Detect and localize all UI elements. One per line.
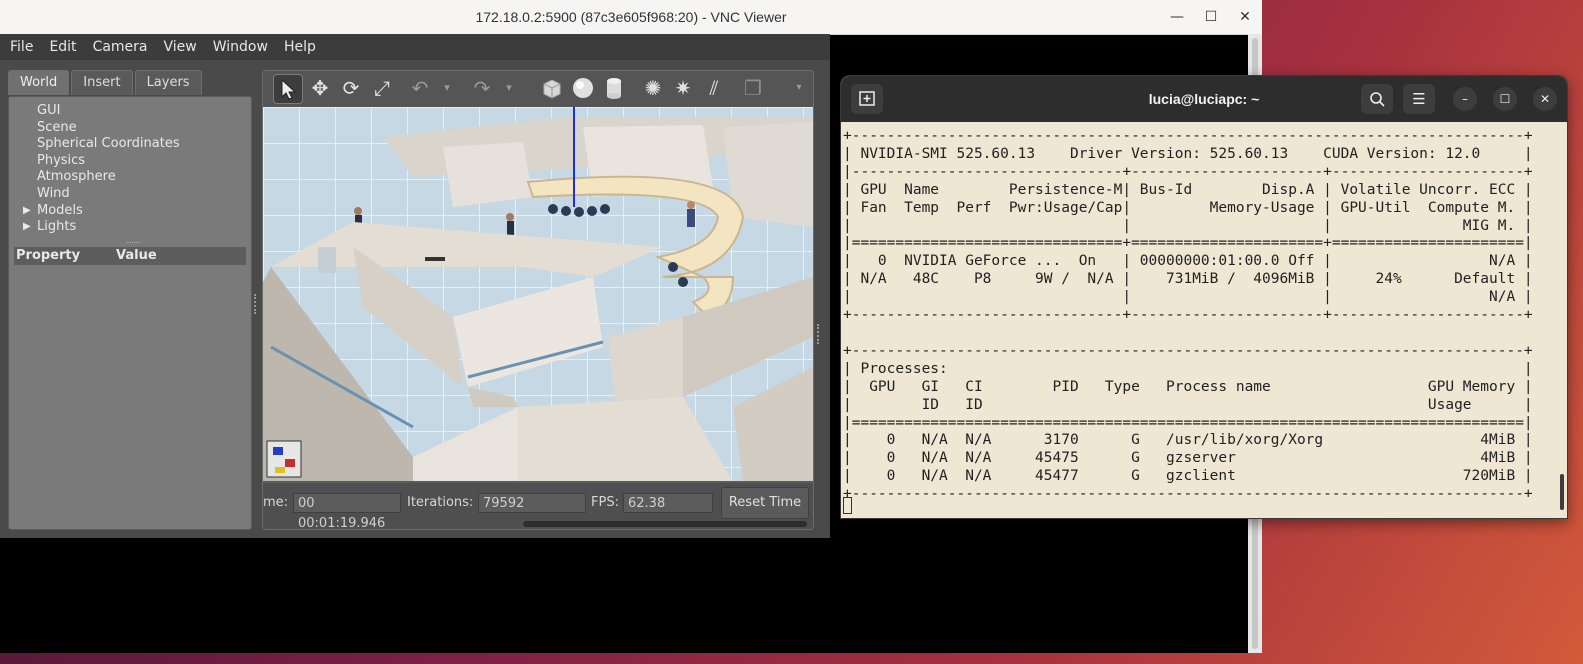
point-light-icon[interactable]: ✺ [639,74,667,102]
redo-dropdown-icon[interactable]: ▾ [495,74,523,102]
menu-edit[interactable]: Edit [41,34,84,60]
directional-light-icon[interactable]: ⫽ [700,74,728,102]
fps-value: 62.38 [623,493,713,513]
nvidia-smi-output: +---------------------------------------… [843,128,1533,503]
copy-icon[interactable]: ❐ [739,74,767,102]
tab-insert[interactable]: Insert [71,70,133,95]
terminal-headerbar[interactable]: lucia@luciapc: ~ ☰ – ☐ ✕ [841,76,1567,122]
tree-item-atmosphere[interactable]: Atmosphere [15,169,251,186]
toolbar-overflow-icon[interactable]: ▾ [785,74,813,102]
menu-camera[interactable]: Camera [85,34,156,60]
close-button[interactable]: ✕ [1228,0,1262,34]
menu-window[interactable]: Window [205,34,276,60]
vnc-window-title: 172.18.0.2:5900 (87c3e605f968:20) - VNC … [475,9,787,25]
minimize-button[interactable]: — [1160,0,1194,34]
scale-icon[interactable]: ⤢ [368,74,396,102]
tree-item-physics[interactable]: Physics [15,153,251,170]
panel-tabs: World Insert Layers [8,70,252,96]
left-splitter-handle[interactable] [254,294,260,314]
world-panel: GUI Scene Spherical Coordinates Physics … [8,96,252,530]
tree-label-lights: Lights [37,219,77,235]
select-icon[interactable] [273,74,303,104]
tree-item-gui[interactable]: GUI [15,103,251,120]
close-icon[interactable]: ✕ [1533,87,1557,111]
undo-icon[interactable]: ↶ [406,74,434,102]
tree-label-models: Models [37,202,83,218]
terminal-window: lucia@luciapc: ~ ☰ – ☐ ✕ +--------------… [840,75,1568,519]
terminal-scrollbar[interactable] [1560,474,1564,510]
rotate-icon[interactable]: ⟳ [337,74,365,102]
scene-panel: ✥ ⟳ ⤢ ↶ ▾ ↷ ▾ ✺ ✷ ⫽ ❐ ▾ me: 00 00:01:19.… [262,70,814,530]
terminal-body[interactable]: +---------------------------------------… [841,122,1567,518]
expand-arrow-icon[interactable]: ▶ [23,203,31,220]
right-splitter-handle[interactable] [817,324,823,344]
property-column-header: Property [16,248,81,263]
hamburger-menu-icon[interactable]: ☰ [1403,84,1435,114]
property-header: Property Value [14,247,246,265]
spot-light-icon[interactable]: ✷ [669,74,697,102]
tab-layers[interactable]: Layers [134,70,202,95]
scene-toolbar: ✥ ⟳ ⤢ ↶ ▾ ↷ ▾ ✺ ✷ ⫽ ❐ ▾ [263,71,813,107]
gazebo-window: File Edit Camera View Window Help World Insert… [0,34,830,538]
sim-time-value: 00 00:01:19.946 [293,493,401,529]
expand-arrow-icon[interactable]: ▶ [23,219,31,236]
fps-label: FPS: [591,495,619,510]
iterations-value: 79592 [478,493,586,513]
box-icon[interactable] [538,74,566,102]
world-tree: GUI Scene Spherical Coordinates Physics … [9,97,251,236]
tree-item-lights[interactable]: ▶ Lights [15,219,251,236]
tree-item-scene[interactable]: Scene [15,120,251,137]
maximize-icon[interactable]: ☐ [1493,87,1517,111]
left-panel: World Insert Layers GUI Scene Spherical Co… [8,70,252,530]
minimize-icon[interactable]: – [1453,87,1477,111]
redo-icon[interactable]: ↷ [468,74,496,102]
tree-item-models[interactable]: ▶ Models [15,203,251,220]
tree-item-wind[interactable]: Wind [15,186,251,203]
menu-help[interactable]: Help [276,34,324,60]
sim-time-label: me: [263,495,289,510]
value-column-header: Value [116,248,157,263]
3d-scene-viewport[interactable] [263,107,813,481]
maximize-button[interactable]: ☐ [1194,0,1228,34]
gazebo-menubar: File Edit Camera View Window Help [0,34,830,60]
menu-file[interactable]: File [0,34,41,60]
translate-icon[interactable]: ✥ [306,74,334,102]
menu-view[interactable]: View [156,34,205,60]
cylinder-icon[interactable] [600,74,628,102]
sphere-icon[interactable] [569,74,597,102]
terminal-cursor [843,497,852,514]
iterations-label: Iterations: [407,495,474,510]
status-bar: me: 00 00:01:19.946 Iterations: 79592 FP… [263,483,813,529]
tree-item-spherical-coordinates[interactable]: Spherical Coordinates [15,136,251,153]
search-icon[interactable] [1361,84,1393,114]
reset-time-button[interactable]: Reset Time [721,487,809,519]
undo-dropdown-icon[interactable]: ▾ [433,74,461,102]
vnc-titlebar[interactable]: 172.18.0.2:5900 (87c3e605f968:20) - VNC … [0,0,1262,35]
tab-world[interactable]: World [8,70,70,95]
status-horizontal-scrollbar[interactable] [523,521,807,527]
